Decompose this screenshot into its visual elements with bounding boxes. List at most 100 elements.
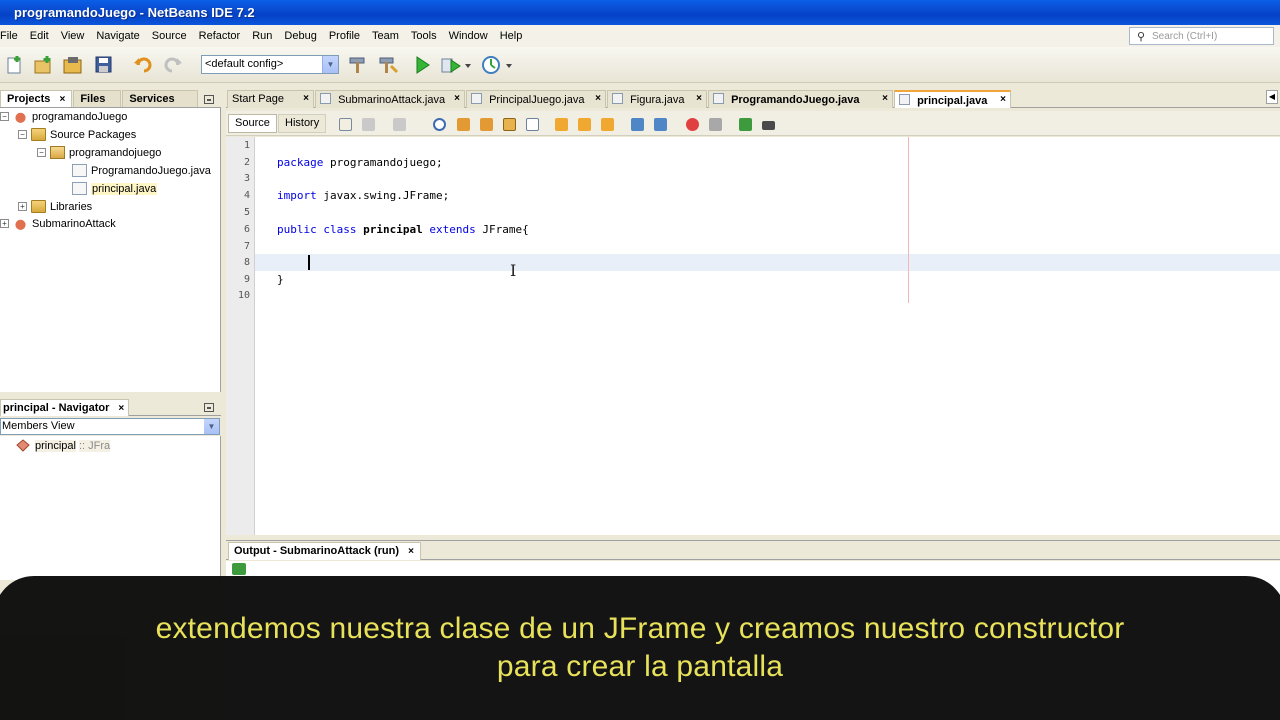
- tree-label: Libraries: [50, 200, 93, 213]
- tree-item-source-packages[interactable]: − Source Packages: [18, 126, 136, 143]
- start-macro-icon[interactable]: [686, 118, 699, 131]
- navigator-node[interactable]: principal :: JFra: [16, 437, 111, 454]
- tree-item-package[interactable]: − programandojuego: [37, 144, 161, 161]
- comment-icon[interactable]: [739, 118, 752, 131]
- collapse-icon[interactable]: −: [37, 148, 46, 157]
- shift-left-icon[interactable]: [631, 118, 644, 131]
- tab-label: Start Page: [232, 93, 284, 105]
- close-icon[interactable]: ×: [595, 93, 601, 104]
- forward-icon[interactable]: [393, 118, 406, 131]
- menu-file[interactable]: File: [0, 30, 24, 42]
- output-title: Output - SubmarinoAttack (run): [234, 545, 399, 557]
- history-view-button[interactable]: History: [278, 114, 327, 133]
- folder-icon: [31, 128, 46, 141]
- minimize-icon[interactable]: [204, 95, 214, 104]
- config-select[interactable]: <default config> ▼: [201, 55, 339, 74]
- find-next-icon[interactable]: [480, 118, 493, 131]
- rerun-icon[interactable]: [232, 563, 246, 575]
- project-icon: [13, 217, 28, 230]
- menu-navigate[interactable]: Navigate: [90, 30, 145, 42]
- prev-bookmark-icon[interactable]: [555, 118, 568, 131]
- close-icon[interactable]: ×: [408, 546, 414, 557]
- tab-list-icon[interactable]: ◀: [1266, 90, 1278, 104]
- tab-principaljuego-java[interactable]: PrincipalJuego.java ×: [466, 90, 606, 108]
- menu-source[interactable]: Source: [146, 30, 193, 42]
- source-view-button[interactable]: Source: [228, 114, 277, 133]
- menu-team[interactable]: Team: [366, 30, 405, 42]
- tab-figura-java[interactable]: Figura.java ×: [607, 90, 707, 108]
- tab-projects[interactable]: Projects ×: [0, 90, 73, 107]
- tree-item-project[interactable]: − programandoJuego: [0, 108, 127, 125]
- close-icon[interactable]: ×: [882, 93, 888, 104]
- tab-programandojuego-java[interactable]: ProgramandoJuego.java ×: [708, 90, 893, 108]
- close-icon[interactable]: ×: [118, 403, 124, 414]
- run-icon[interactable]: [411, 54, 433, 76]
- navigator-panel: principal :: JFra: [0, 436, 221, 580]
- shift-right-icon[interactable]: [654, 118, 667, 131]
- clean-build-icon[interactable]: [377, 54, 399, 76]
- collapse-icon[interactable]: −: [18, 130, 27, 139]
- tree-item-submarinoattack[interactable]: + SubmarinoAttack: [0, 215, 116, 232]
- menu-help[interactable]: Help: [494, 30, 529, 42]
- new-file-icon[interactable]: [4, 54, 26, 76]
- window-title: programandoJuego - NetBeans IDE 7.2: [14, 5, 255, 20]
- back-icon[interactable]: [362, 118, 375, 131]
- search-box[interactable]: ⚲ Search (Ctrl+I): [1129, 27, 1274, 45]
- tab-files[interactable]: Files: [73, 90, 122, 107]
- menu-refactor[interactable]: Refactor: [193, 30, 247, 42]
- expand-icon[interactable]: +: [18, 202, 27, 211]
- menu-debug[interactable]: Debug: [278, 30, 322, 42]
- expand-icon[interactable]: +: [0, 219, 9, 228]
- menu-run[interactable]: Run: [246, 30, 278, 42]
- folder-icon: [31, 200, 46, 213]
- build-hammer-icon[interactable]: [347, 54, 369, 76]
- minimize-icon[interactable]: [204, 403, 214, 412]
- code-editor[interactable]: package programandojuego; import javax.s…: [255, 137, 1280, 535]
- toggle-bookmark-icon[interactable]: [601, 118, 614, 131]
- tab-output[interactable]: Output - SubmarinoAttack (run) ×: [228, 542, 421, 560]
- menu-window[interactable]: Window: [443, 30, 494, 42]
- close-icon[interactable]: ×: [1000, 94, 1006, 105]
- undo-icon[interactable]: [132, 54, 154, 76]
- keyword: extends: [429, 223, 476, 236]
- tab-navigator[interactable]: principal - Navigator ×: [0, 399, 130, 416]
- debug-icon[interactable]: [440, 54, 462, 76]
- profile-icon[interactable]: [480, 54, 502, 76]
- keyword: public: [277, 223, 317, 236]
- tab-services[interactable]: Services: [122, 90, 199, 107]
- next-bookmark-icon[interactable]: [578, 118, 591, 131]
- find-icon[interactable]: [433, 118, 446, 131]
- collapse-icon[interactable]: −: [0, 112, 9, 121]
- subtitle-line-1: extendemos nuestra clase de un JFrame y …: [155, 612, 1125, 645]
- close-icon[interactable]: ×: [303, 93, 309, 104]
- find-previous-icon[interactable]: [457, 118, 470, 131]
- toggle-highlight-icon[interactable]: [503, 118, 516, 131]
- members-view-select[interactable]: Members View ▼: [0, 418, 220, 435]
- uncomment-icon[interactable]: [762, 121, 775, 130]
- close-icon[interactable]: ×: [59, 94, 65, 105]
- redo-icon[interactable]: [162, 54, 184, 76]
- tab-submarinoattack-java[interactable]: SubmarinoAttack.java ×: [315, 90, 465, 108]
- menu-view[interactable]: View: [55, 30, 91, 42]
- tree-item-libraries[interactable]: + Libraries: [18, 198, 92, 215]
- menu-edit[interactable]: Edit: [24, 30, 55, 42]
- menu-tools[interactable]: Tools: [405, 30, 443, 42]
- save-all-icon[interactable]: [93, 54, 115, 76]
- tab-start-page[interactable]: Start Page ×: [227, 90, 314, 108]
- tree-item-programandojuego-java[interactable]: ProgramandoJuego.java: [72, 162, 211, 179]
- close-icon[interactable]: ×: [454, 93, 460, 104]
- stop-macro-icon[interactable]: [709, 118, 722, 131]
- close-icon[interactable]: ×: [696, 93, 702, 104]
- tab-principal-java[interactable]: principal.java ×: [894, 90, 1011, 108]
- menu-profile[interactable]: Profile: [323, 30, 366, 42]
- last-edit-icon[interactable]: [339, 118, 352, 131]
- tree-item-principal-java[interactable]: principal.java: [72, 180, 158, 197]
- open-project-icon[interactable]: [62, 54, 84, 76]
- toggle-rect-select-icon[interactable]: [526, 118, 539, 131]
- new-project-icon[interactable]: [32, 54, 54, 76]
- debug-dropdown-icon[interactable]: [462, 54, 474, 76]
- tab-projects-label: Projects: [7, 93, 51, 105]
- line-number: 8: [243, 257, 250, 268]
- tree-label: principal.java: [91, 182, 158, 195]
- profile-dropdown-icon[interactable]: [503, 54, 515, 76]
